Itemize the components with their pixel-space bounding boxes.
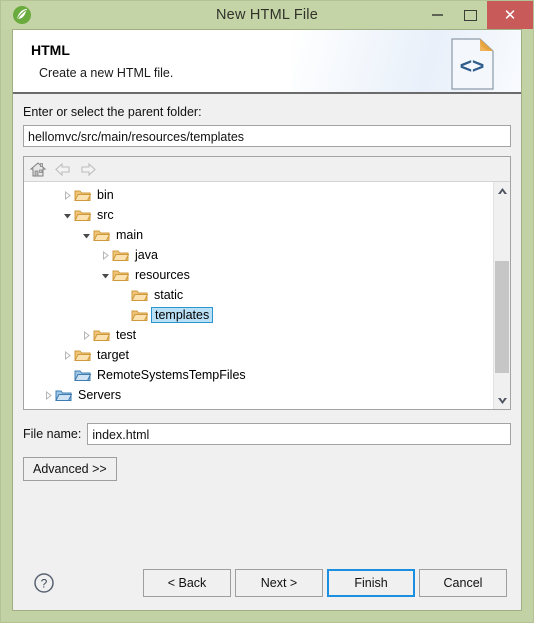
folder-icon [74,348,92,362]
header-subtitle: Create a new HTML file. [39,66,174,80]
window-controls: ✕ [421,1,533,29]
folder-icon [55,388,73,402]
twisty-collapsed-icon[interactable] [42,390,55,400]
tree-item-src[interactable]: src [24,205,493,225]
tree-item-label: templates [151,307,214,323]
tree-item-label: java [135,247,158,262]
file-name-input[interactable]: index.html [87,423,511,445]
scroll-up-arrow-icon[interactable] [494,182,510,199]
header-title: HTML [31,42,70,58]
folder-icon [112,248,130,262]
close-button[interactable]: ✕ [487,1,533,29]
tree-item-templates[interactable]: templates [24,305,493,325]
back-button[interactable]: < Back [143,568,231,597]
maximize-icon [464,9,477,21]
twisty-expanded-icon[interactable] [61,211,74,220]
twisty-expanded-icon[interactable] [80,231,93,240]
tree-item-label: test [116,327,137,342]
dialog-header: HTML Create a new HTML file. <> [12,29,522,92]
twisty-collapsed-icon[interactable] [99,250,112,260]
folder-icon [131,288,149,302]
parent-folder-label: Enter or select the parent folder: [23,105,202,119]
dialog-buttons: < Back Next > Finish Cancel [143,568,507,597]
folder-icon [131,308,149,322]
html-file-icon: <> [449,37,497,91]
tree-rows: bin src main java resources static templates te… [24,182,493,409]
dialog-body: Enter or select the parent folder: hello… [12,94,522,555]
tree-area: bin src main java resources static templates te… [24,182,510,409]
tree-item-label: src [97,207,114,222]
finish-button[interactable]: Finish [327,568,415,597]
tree-item-bin[interactable]: bin [24,185,493,205]
folder-icon [74,368,92,382]
twisty-collapsed-icon[interactable] [61,190,74,200]
tree-item-label: static [154,287,184,302]
minimize-icon [432,14,443,16]
tree-item-label: resources [135,267,190,282]
folder-icon [74,188,92,202]
help-icon[interactable]: ? [33,572,55,594]
parent-folder-input[interactable]: hellomvc/src/main/resources/templates [23,125,511,147]
file-name-row: File name: index.html [23,423,511,445]
folder-icon [112,268,130,282]
folder-tree-panel: bin src main java resources static templates te… [23,156,511,410]
svg-text:<>: <> [460,55,485,78]
tree-item-label: RemoteSystemsTempFiles [97,367,246,382]
twisty-collapsed-icon[interactable] [80,330,93,340]
tree-item-java[interactable]: java [24,245,493,265]
tree-item-resources[interactable]: resources [24,265,493,285]
tree-item-label: Servers [78,387,122,402]
tree-item-test[interactable]: test [24,325,493,345]
scrollbar-thumb[interactable] [495,261,509,373]
folder-icon [93,328,111,342]
cancel-button[interactable]: Cancel [419,568,507,597]
twisty-expanded-icon[interactable] [99,271,112,280]
tree-item-static[interactable]: static [24,285,493,305]
window-bottom-frame [1,611,533,622]
maximize-button[interactable] [454,1,487,29]
forward-arrow-icon[interactable] [79,161,97,178]
svg-text:?: ? [41,576,48,590]
advanced-button[interactable]: Advanced >> [23,457,117,481]
tree-item-remotesystemstempfiles[interactable]: RemoteSystemsTempFiles [24,365,493,385]
scrollbar-track[interactable] [494,199,510,392]
new-html-file-dialog: New HTML File ✕ HTML Create a new HTML f… [0,0,534,623]
titlebar: New HTML File ✕ [1,1,533,29]
tree-vertical-scrollbar[interactable] [493,182,510,409]
tree-item-target[interactable]: target [24,345,493,365]
tree-item-label: bin [97,187,114,202]
back-arrow-icon[interactable] [54,161,72,178]
scroll-down-arrow-icon[interactable] [494,392,510,409]
spring-leaf-icon [12,5,32,25]
folder-icon [74,208,92,222]
next-button[interactable]: Next > [235,568,323,597]
file-name-label: File name: [23,427,82,441]
twisty-collapsed-icon[interactable] [61,350,74,360]
home-icon[interactable] [29,161,47,178]
folder-icon [93,228,111,242]
minimize-button[interactable] [421,1,454,29]
tree-item-main[interactable]: main [24,225,493,245]
tree-item-label: target [97,347,129,362]
dialog-footer: ? < Back Next > Finish Cancel [12,555,522,611]
tree-item-servers[interactable]: Servers [24,385,493,405]
tree-item-label: main [116,227,144,242]
tree-toolbar [24,157,510,182]
